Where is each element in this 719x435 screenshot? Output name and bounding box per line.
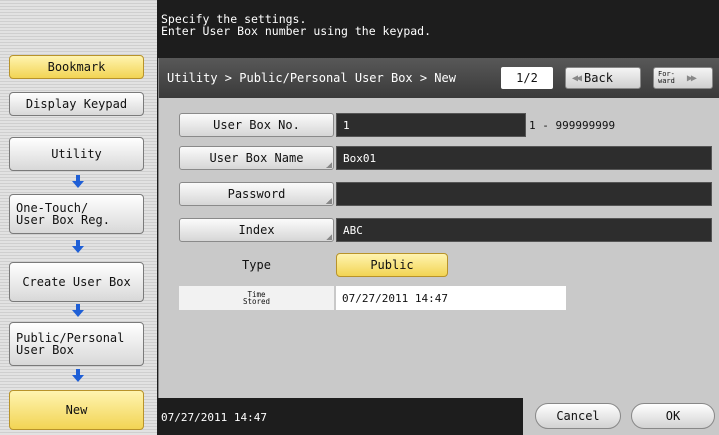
- password-label: Password: [227, 187, 286, 201]
- user-box-no-label: User Box No.: [213, 118, 300, 132]
- time-stored-value: 07/27/2011 14:47: [336, 286, 566, 310]
- password-field[interactable]: [336, 182, 712, 206]
- cancel-label: Cancel: [556, 409, 600, 423]
- instruction-message: Specify the settings. Enter User Box num…: [157, 0, 719, 56]
- corner-indicator-icon: [326, 234, 332, 240]
- forward-label-line2: ward: [658, 77, 675, 85]
- header-bar: Utility > Public/Personal User Box > New…: [159, 58, 719, 98]
- sidebar-step-public-personal[interactable]: Public/Personal User Box: [9, 322, 144, 366]
- footer-bar: 07/27/2011 14:47 Cancel OK: [157, 398, 719, 435]
- sidebar-step-label: Public/Personal User Box: [16, 331, 125, 357]
- user-box-no-value: 1: [343, 118, 350, 132]
- password-button[interactable]: Password: [179, 182, 334, 206]
- sidebar-step-label: Utility: [51, 147, 102, 161]
- instruction-line: Enter User Box number using the keypad.: [161, 24, 432, 38]
- index-label: Index: [238, 223, 275, 237]
- cancel-button[interactable]: Cancel: [535, 403, 621, 429]
- index-value: ABC: [343, 223, 363, 237]
- back-button[interactable]: ◀◀ Back: [565, 67, 641, 89]
- sidebar-step-one-touch[interactable]: One-Touch/ User Box Reg.: [9, 194, 144, 234]
- user-box-name-value: Box01: [343, 151, 377, 165]
- user-box-no-field[interactable]: 1: [336, 113, 526, 137]
- display-keypad-button[interactable]: Display Keypad: [9, 92, 144, 116]
- down-arrow-icon: [72, 175, 84, 189]
- type-value: Public: [370, 258, 414, 272]
- current-datetime: 07/27/2011 14:47: [161, 411, 267, 424]
- down-arrow-icon: [72, 369, 84, 383]
- ok-button[interactable]: OK: [631, 403, 715, 429]
- type-public-button[interactable]: Public: [336, 253, 448, 277]
- user-box-name-button[interactable]: User Box Name: [179, 146, 334, 170]
- sidebar-step-utility[interactable]: Utility: [9, 137, 144, 171]
- settings-panel: Utility > Public/Personal User Box > New…: [158, 58, 719, 398]
- footer-button-tray: Cancel OK: [523, 398, 719, 435]
- corner-indicator-icon: [326, 198, 332, 204]
- down-arrow-icon: [72, 240, 84, 254]
- user-box-name-field[interactable]: Box01: [336, 146, 712, 170]
- down-arrow-icon: [72, 304, 84, 318]
- user-box-no-range: 1 - 999999999: [529, 119, 616, 132]
- sidebar-step-label: One-Touch/ User Box Reg.: [16, 201, 110, 227]
- user-box-name-label: User Box Name: [209, 151, 304, 165]
- left-sidebar: Bookmark Display Keypad Utility One-Touc…: [0, 0, 157, 435]
- double-right-arrow-icon: ▶▶: [686, 72, 697, 84]
- user-box-no-button[interactable]: User Box No.: [179, 113, 334, 137]
- page-indicator: 1/2: [501, 67, 553, 89]
- sidebar-step-label: Create User Box: [22, 275, 131, 289]
- corner-indicator-icon: [326, 162, 332, 168]
- display-keypad-label: Display Keypad: [25, 97, 128, 111]
- time-stored-label-line2: Stored: [242, 297, 271, 306]
- double-left-arrow-icon: ◀◀: [572, 72, 582, 84]
- back-label: Back: [584, 71, 613, 85]
- breadcrumb: Utility > Public/Personal User Box > New: [167, 71, 456, 85]
- index-field[interactable]: ABC: [336, 218, 712, 242]
- sidebar-step-label: New: [65, 403, 88, 417]
- sidebar-step-new[interactable]: New: [9, 390, 144, 430]
- ok-label: OK: [665, 409, 681, 423]
- forward-button[interactable]: For- ward ▶▶: [653, 67, 713, 89]
- bookmark-label: Bookmark: [47, 60, 106, 74]
- bookmark-button[interactable]: Bookmark: [9, 55, 144, 79]
- index-button[interactable]: Index: [179, 218, 334, 242]
- time-stored-label: Time Stored: [179, 286, 334, 310]
- type-label: Type: [242, 258, 271, 272]
- sidebar-step-create-user-box[interactable]: Create User Box: [9, 262, 144, 302]
- copier-panel-screen: Bookmark Display Keypad Utility One-Touc…: [0, 0, 719, 435]
- forward-label: For- ward: [658, 71, 675, 85]
